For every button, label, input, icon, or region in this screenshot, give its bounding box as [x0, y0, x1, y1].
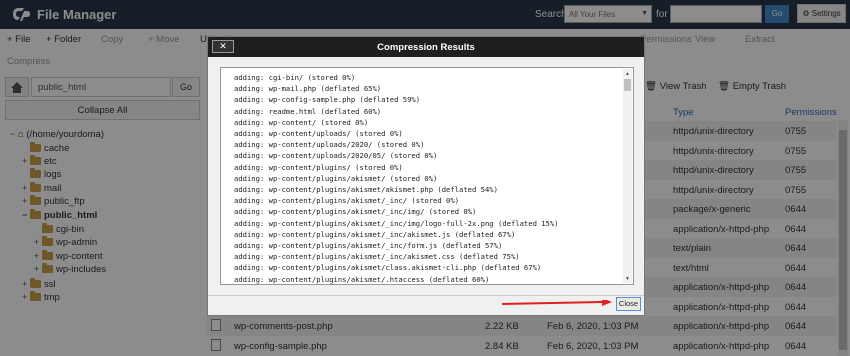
arrow-annotation: [502, 300, 612, 306]
log-line: adding: wp-content/uploads/2020/05/ (sto…: [234, 151, 438, 161]
scroll-up-icon[interactable]: ▲: [625, 71, 630, 77]
dialog-title-bar: Compression Results ✕: [208, 37, 644, 57]
log-scrollbar[interactable]: ▲ ▼: [623, 69, 632, 283]
log-line: adding: wp-content/plugins/ (stored 0%): [234, 162, 403, 172]
log-line: adding: wp-content/plugins/akismet/_inc/…: [234, 252, 520, 262]
log-line: adding: cgi-bin/ (stored 0%): [234, 73, 356, 82]
log-line: adding: wp-content/plugins/akismet/akism…: [234, 185, 498, 194]
divider: [208, 295, 644, 296]
log-line: adding: wp-content/plugins/akismet/_inc/…: [234, 229, 516, 239]
scrollbar-thumb[interactable]: [624, 79, 631, 91]
log-line: adding: wp-config-sample.php (deflated 5…: [234, 95, 421, 105]
compression-results-dialog: Compression Results ✕ ▲ ▼ adding: cgi-bi…: [207, 36, 645, 316]
log-line: adding: wp-content/plugins/akismet/.htac…: [234, 274, 490, 284]
log-line: adding: wp-content/plugins/akismet/ (sto…: [234, 173, 438, 183]
log-line: adding: wp-content/ (stored 0%): [234, 117, 369, 127]
log-line: adding: wp-content/uploads/2020/ (stored…: [234, 140, 425, 150]
log-line: adding: wp-content/uploads/ (stored 0%): [234, 129, 403, 138]
log-line: adding: wp-content/plugins/akismet/_inc/…: [234, 241, 503, 250]
log-line: adding: readme.html (deflated 60%): [234, 106, 382, 116]
scroll-down-icon[interactable]: ▼: [625, 276, 630, 282]
close-button[interactable]: Close: [616, 297, 641, 311]
log-line: adding: wp-content/plugins/akismet/_inc/…: [234, 207, 477, 217]
log-line: adding: wp-content/plugins/akismet/class…: [234, 263, 542, 273]
close-icon[interactable]: ✕: [212, 40, 234, 53]
log-line: adding: wp-content/plugins/akismet/_inc/…: [234, 196, 460, 206]
log-line: adding: wp-mail.php (deflated 65%): [234, 84, 382, 94]
dialog-title: Compression Results: [377, 42, 475, 53]
log-line: adding: wp-content/plugins/akismet/_inc/…: [234, 218, 559, 228]
compression-log[interactable]: ▲ ▼ adding: cgi-bin/ (stored 0%) adding: …: [220, 67, 634, 285]
